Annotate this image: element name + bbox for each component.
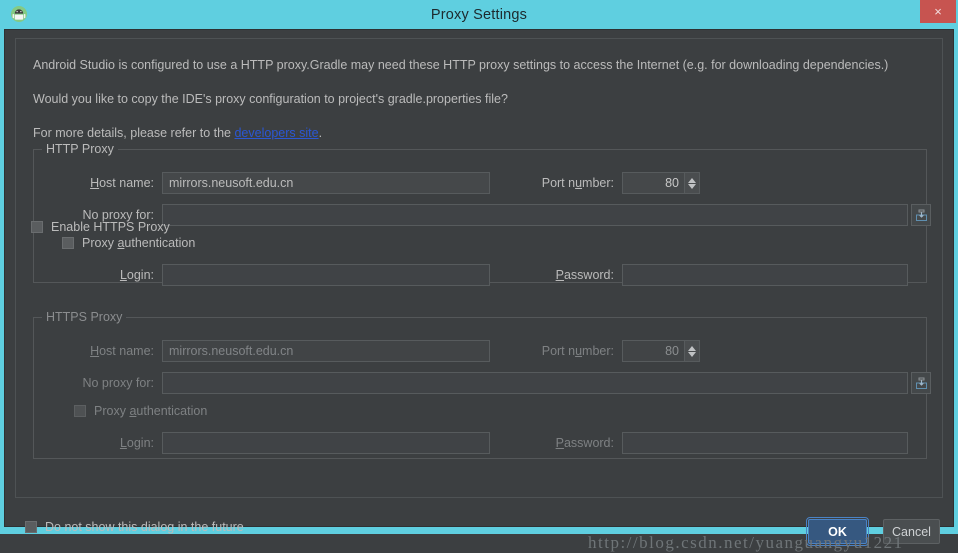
http-login-label: Login: bbox=[119, 268, 154, 282]
https-no-proxy-input[interactable] bbox=[162, 372, 908, 394]
https-proxy-auth-label-b: uthentication bbox=[136, 404, 208, 418]
do-not-show-label: Do not show this dialog in the future bbox=[45, 520, 244, 534]
message-line-1: Android Studio is configured to use a HT… bbox=[33, 58, 889, 72]
https-host-input[interactable]: mirrors.neusoft.edu.cn bbox=[162, 340, 490, 362]
checkbox-box bbox=[74, 405, 86, 417]
insert-macro-icon[interactable] bbox=[911, 372, 931, 394]
chevron-down-icon bbox=[688, 183, 696, 189]
http-port-stepper[interactable] bbox=[684, 172, 700, 194]
enable-https-proxy-checkbox[interactable]: Enable HTTPS Proxy bbox=[31, 220, 170, 234]
message-line-2: Would you like to copy the IDE's proxy c… bbox=[33, 92, 508, 106]
enable-https-proxy-label: Enable HTTPS Proxy bbox=[51, 220, 170, 234]
title-bar: Proxy Settings × bbox=[0, 0, 958, 29]
http-port-spinner[interactable]: 80 bbox=[622, 172, 700, 194]
checkbox-box bbox=[31, 221, 43, 233]
http-proxy-group: HTTP Proxy Host name: mirrors.neusoft.ed… bbox=[33, 142, 931, 286]
https-login-label-rest: ogin: bbox=[126, 436, 154, 450]
content-panel: Android Studio is configured to use a HT… bbox=[15, 38, 943, 498]
https-proxy-group: HTTPS Proxy Host name: mirrors.neusoft.e… bbox=[33, 310, 931, 459]
insert-macro-icon[interactable] bbox=[911, 204, 931, 226]
android-studio-icon bbox=[9, 4, 29, 24]
https-proxy-group-title: HTTPS Proxy bbox=[42, 310, 127, 324]
chevron-up-icon bbox=[688, 177, 696, 183]
http-password-label: Password: bbox=[555, 268, 614, 282]
https-port-value[interactable]: 80 bbox=[622, 340, 684, 362]
dialog-body: Android Studio is configured to use a HT… bbox=[4, 29, 954, 552]
http-password-input[interactable] bbox=[622, 264, 908, 286]
https-login-label: Login: bbox=[119, 436, 154, 450]
http-proxy-auth-label-a: Proxy bbox=[82, 236, 118, 250]
window-title: Proxy Settings bbox=[430, 6, 528, 23]
https-host-label: Host name: bbox=[90, 344, 154, 358]
chevron-down-icon bbox=[688, 351, 696, 357]
http-port-label-a: Port n bbox=[541, 176, 576, 190]
https-port-label: Port number: bbox=[541, 344, 614, 358]
message-line-3-suffix: . bbox=[318, 126, 323, 140]
https-host-label-rest: ost name: bbox=[99, 344, 154, 358]
http-login-label-rest: ogin: bbox=[126, 268, 154, 282]
chevron-up-icon bbox=[688, 345, 696, 351]
message-line-3-prefix: For more details, please refer to the bbox=[33, 126, 235, 140]
http-port-label: Port number: bbox=[541, 176, 614, 190]
https-password-input[interactable] bbox=[622, 432, 908, 454]
https-password-label: Password: bbox=[555, 436, 614, 450]
message-line-3: For more details, please refer to the de… bbox=[33, 126, 322, 140]
https-proxy-auth-label: Proxy authentication bbox=[94, 404, 208, 418]
http-port-value[interactable]: 80 bbox=[622, 172, 684, 194]
http-password-label-rest: assword: bbox=[563, 268, 614, 282]
https-no-proxy-label: No proxy for: bbox=[82, 376, 154, 390]
checkbox-box bbox=[25, 521, 37, 533]
cancel-button[interactable]: Cancel bbox=[883, 519, 940, 544]
proxy-settings-dialog: Proxy Settings × Android Studio is confi… bbox=[0, 0, 958, 552]
https-proxy-auth-checkbox[interactable]: Proxy authentication bbox=[74, 404, 207, 418]
https-login-input[interactable] bbox=[162, 432, 490, 454]
https-port-label-a: Port n bbox=[541, 344, 576, 358]
https-port-stepper[interactable] bbox=[684, 340, 700, 362]
http-proxy-auth-label-b: uthentication bbox=[124, 236, 196, 250]
http-no-proxy-input[interactable] bbox=[162, 204, 908, 226]
checkbox-box bbox=[62, 237, 74, 249]
http-host-input[interactable]: mirrors.neusoft.edu.cn bbox=[162, 172, 490, 194]
http-port-label-b: mber: bbox=[582, 176, 614, 190]
http-login-input[interactable] bbox=[162, 264, 490, 286]
https-port-label-b: mber: bbox=[582, 344, 614, 358]
https-password-label-rest: assword: bbox=[563, 436, 614, 450]
http-proxy-auth-label: Proxy authentication bbox=[82, 236, 196, 250]
developers-site-link[interactable]: developers site bbox=[234, 126, 318, 140]
do-not-show-checkbox[interactable]: Do not show this dialog in the future bbox=[25, 520, 244, 534]
https-proxy-auth-label-a: Proxy bbox=[94, 404, 130, 418]
ok-button[interactable]: OK bbox=[806, 517, 869, 546]
http-proxy-group-title: HTTP Proxy bbox=[42, 142, 118, 156]
http-proxy-auth-checkbox[interactable]: Proxy authentication bbox=[62, 236, 195, 250]
http-host-label-rest: ost name: bbox=[99, 176, 154, 190]
http-host-label: Host name: bbox=[90, 176, 154, 190]
https-port-spinner[interactable]: 80 bbox=[622, 340, 700, 362]
close-icon[interactable]: × bbox=[920, 0, 956, 23]
